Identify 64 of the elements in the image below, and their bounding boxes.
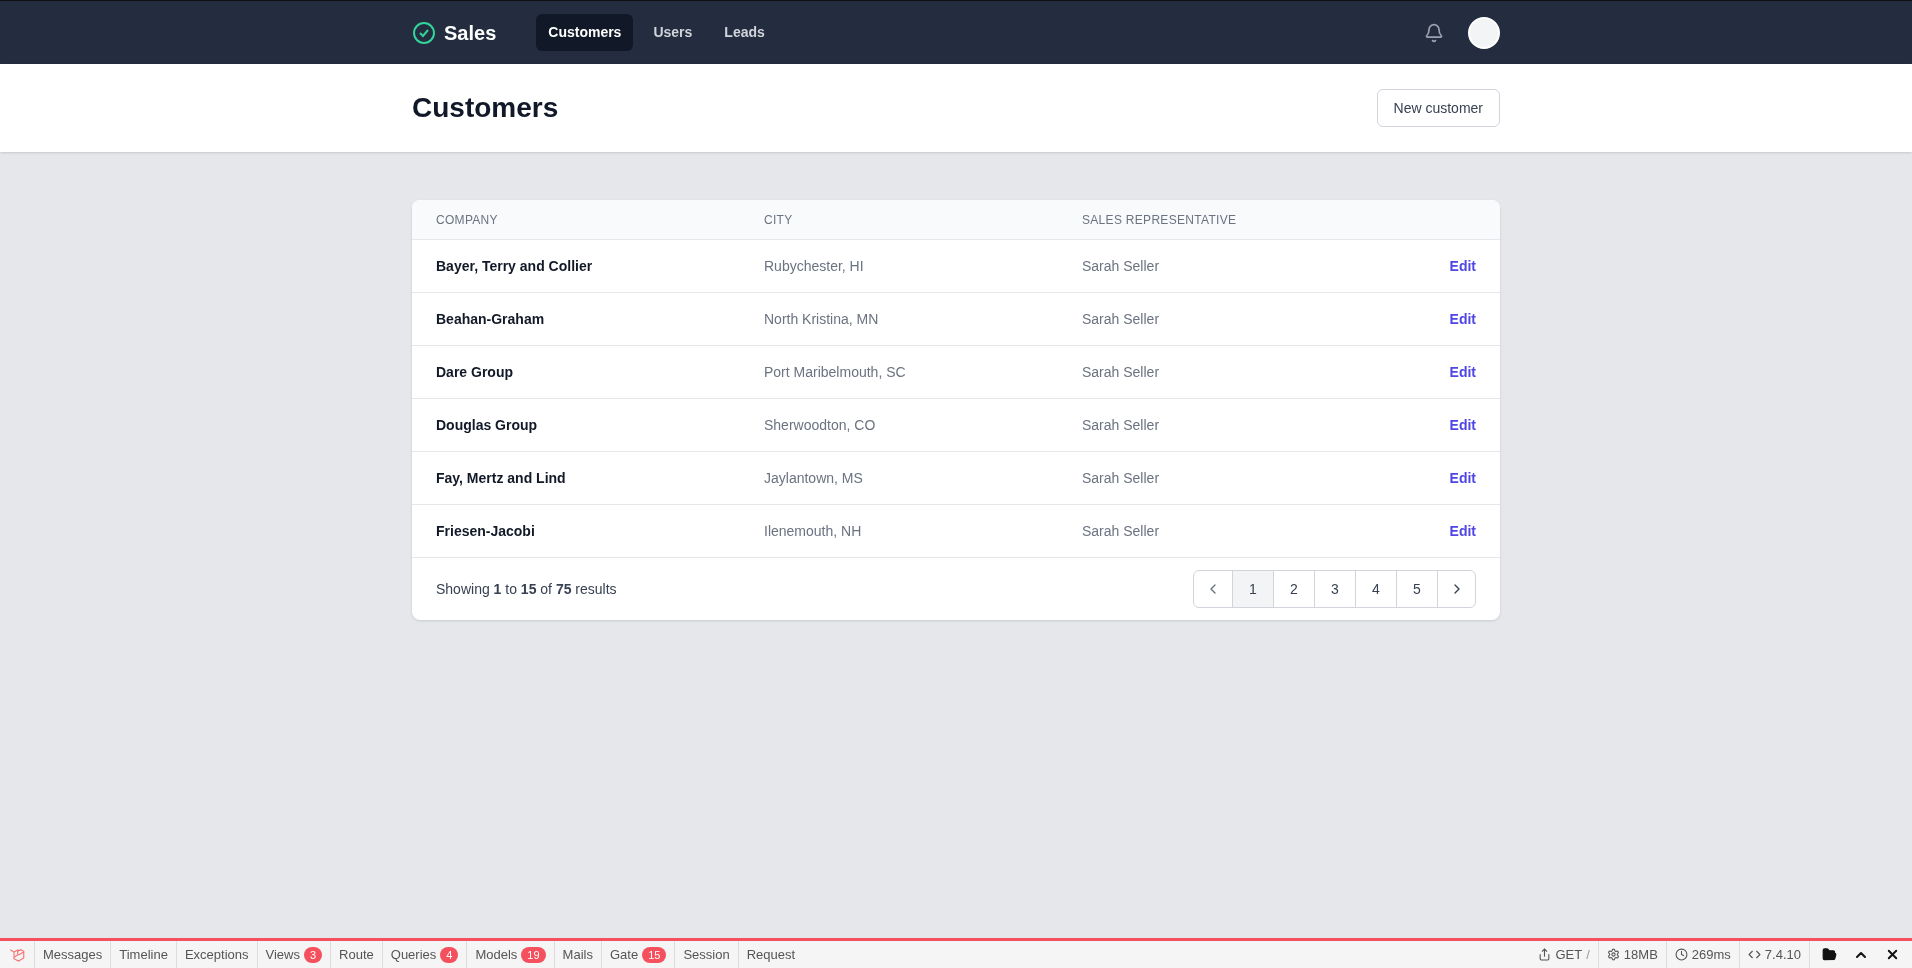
- column-header: SALES REPRESENTATIVE: [1082, 211, 1238, 229]
- edit-link[interactable]: Edit: [1449, 257, 1476, 274]
- column-header: COMPANY: [436, 211, 499, 229]
- edit-link[interactable]: Edit: [1449, 363, 1476, 380]
- debug-tab[interactable]: Session: [674, 941, 738, 968]
- memory-usage: 18MB: [1623, 945, 1658, 964]
- new-customer-button[interactable]: New customer: [1376, 89, 1500, 127]
- city-cell-text: Sherwoodton, CO: [764, 415, 877, 435]
- gears-icon: [1606, 948, 1620, 961]
- company-cell-text: Fay, Mertz and Lind: [436, 468, 567, 488]
- nav-tab[interactable]: Users: [641, 14, 705, 51]
- app-name: Sales: [444, 20, 497, 46]
- company-cell-text: Douglas Group: [436, 415, 539, 435]
- count-badge: 3: [303, 946, 323, 963]
- results-summary: Showing 1 to 15 of 75 results: [436, 579, 617, 599]
- check-circle-icon: [412, 20, 436, 45]
- company-cell-text: Bayer, Terry and Collier: [436, 256, 594, 276]
- company-cell-text: Friesen-Jacobi: [436, 521, 536, 541]
- city-cell-text: North Kristina, MN: [764, 309, 880, 329]
- company-cell-text: Beahan-Graham: [436, 309, 546, 329]
- page-button[interactable]: 1: [1232, 571, 1273, 607]
- sales-rep-cell-text: Sarah Seller: [1082, 362, 1161, 382]
- sales-rep-cell-text: Sarah Seller: [1082, 256, 1161, 276]
- user-avatar[interactable]: [1468, 16, 1500, 49]
- request-time: 269ms: [1691, 945, 1731, 964]
- edit-link[interactable]: Edit: [1449, 310, 1476, 327]
- count-badge: 4: [440, 946, 459, 963]
- count-badge: 15: [642, 946, 667, 963]
- edit-link[interactable]: Edit: [1449, 522, 1476, 539]
- debug-tab[interactable]: Route: [330, 941, 382, 968]
- sales-rep-cell-text: Sarah Seller: [1082, 415, 1161, 435]
- edit-link[interactable]: Edit: [1449, 416, 1476, 433]
- request-method: GET: [1555, 945, 1583, 964]
- sales-rep-cell-text: Sarah Seller: [1082, 468, 1161, 488]
- debug-tab[interactable]: Models 19: [466, 941, 554, 968]
- city-cell-text: Port Maribelmouth, SC: [764, 362, 907, 382]
- column-header: CITY: [764, 211, 794, 229]
- folder-icon[interactable]: [1822, 947, 1837, 962]
- notification-bell-icon[interactable]: [1424, 22, 1444, 43]
- page-title: Customers: [412, 91, 559, 125]
- debug-tab[interactable]: Mails: [553, 941, 601, 968]
- request-path: /: [1586, 945, 1590, 964]
- code-icon: [1747, 948, 1761, 961]
- city-cell-text: Ilenemouth, NH: [764, 521, 863, 541]
- debug-tab[interactable]: Queries 4: [381, 941, 467, 968]
- nav-tab[interactable]: Customers: [536, 14, 634, 51]
- debug-tab[interactable]: Request: [737, 941, 804, 968]
- debug-tab[interactable]: Gate 15: [600, 941, 675, 968]
- sales-rep-cell-text: Sarah Seller: [1082, 521, 1161, 541]
- debug-tab[interactable]: Views 3: [256, 941, 331, 968]
- edit-link[interactable]: Edit: [1449, 469, 1476, 486]
- city-cell-text: Rubychester, HI: [764, 256, 865, 276]
- company-cell-text: Dare Group: [436, 362, 514, 382]
- debug-tab[interactable]: Messages: [34, 941, 111, 968]
- close-icon[interactable]: [1885, 947, 1900, 962]
- nav-tab[interactable]: Leads: [712, 14, 777, 51]
- debug-tab[interactable]: Timeline: [110, 941, 176, 968]
- share-arrow-icon: [1538, 948, 1552, 961]
- sales-rep-cell-text: Sarah Seller: [1082, 309, 1161, 329]
- city-cell-text: Jaylantown, MS: [764, 468, 864, 488]
- count-badge: 19: [521, 946, 546, 963]
- debug-tab[interactable]: Exceptions: [175, 941, 257, 968]
- php-version: 7.4.10: [1764, 945, 1801, 964]
- clock-icon: [1674, 948, 1688, 961]
